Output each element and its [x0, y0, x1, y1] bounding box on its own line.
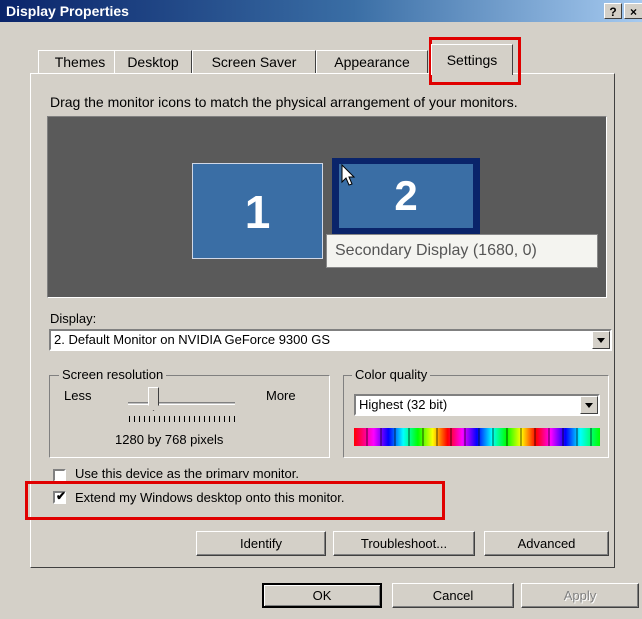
- mouse-pointer-icon: [341, 164, 356, 186]
- display-properties-dialog: Display Properties ? × Themes Desktop Sc…: [0, 0, 642, 619]
- tab-settings[interactable]: Settings: [431, 44, 513, 75]
- tab-appearance[interactable]: Appearance: [316, 50, 428, 74]
- primary-monitor-checkbox[interactable]: [53, 469, 66, 482]
- monitor-tooltip: Secondary Display (1680, 0): [326, 234, 598, 268]
- apply-button[interactable]: Apply: [521, 583, 639, 608]
- color-quality-dropdown[interactable]: Highest (32 bit): [354, 394, 600, 416]
- monitor-1[interactable]: 1: [192, 163, 323, 259]
- monitor-2-label: 2: [339, 164, 473, 228]
- troubleshoot-button[interactable]: Troubleshoot...: [333, 531, 475, 556]
- resolution-slider-track[interactable]: [128, 402, 235, 405]
- display-dropdown[interactable]: 2. Default Monitor on NVIDIA GeForce 930…: [49, 329, 612, 351]
- color-quality-legend: Color quality: [352, 367, 431, 382]
- extend-desktop-label: Extend my Windows desktop onto this moni…: [75, 490, 345, 505]
- help-button[interactable]: ?: [604, 3, 622, 19]
- ok-button-label: OK: [312, 588, 332, 603]
- window-title: Display Properties: [6, 3, 129, 19]
- apply-button-label: Apply: [563, 588, 597, 603]
- cancel-button[interactable]: Cancel: [392, 583, 514, 608]
- troubleshoot-button-label: Troubleshoot...: [360, 536, 448, 551]
- color-spectrum-bar: [354, 428, 600, 446]
- tab-themes[interactable]: Themes: [38, 50, 122, 74]
- resolution-value: 1280 by 768 pixels: [115, 432, 224, 447]
- checkmark-icon: ✔: [56, 489, 67, 503]
- display-label: Display:: [50, 311, 96, 326]
- tab-screen-saver[interactable]: Screen Saver: [192, 50, 316, 74]
- tab-desktop[interactable]: Desktop: [114, 50, 192, 74]
- primary-monitor-label: Use this device as the primary monitor.: [75, 466, 299, 478]
- display-label-text: Display:: [50, 311, 97, 326]
- cancel-button-label: Cancel: [432, 588, 474, 603]
- advanced-button[interactable]: Advanced: [484, 531, 609, 556]
- extend-desktop-checkbox[interactable]: ✔: [53, 489, 67, 504]
- instruction-text: Drag the monitor icons to match the phys…: [50, 94, 518, 110]
- identify-button-label: Identify: [240, 536, 282, 551]
- resolution-less-label: Less: [64, 388, 92, 403]
- color-quality-value: Highest (32 bit): [359, 397, 448, 412]
- ok-button[interactable]: OK: [262, 583, 382, 608]
- chevron-down-icon[interactable]: [592, 331, 610, 349]
- resolution-slider-ticks: [129, 416, 235, 422]
- monitor-arrangement-area[interactable]: [47, 116, 607, 298]
- identify-button[interactable]: Identify: [196, 531, 326, 556]
- close-button[interactable]: ×: [624, 3, 642, 19]
- title-bar: Display Properties ? ×: [0, 0, 642, 22]
- screen-resolution-legend: Screen resolution: [59, 367, 167, 382]
- resolution-more-label: More: [266, 388, 296, 403]
- advanced-button-label: Advanced: [517, 536, 576, 551]
- display-dropdown-value: 2. Default Monitor on NVIDIA GeForce 930…: [54, 332, 331, 347]
- chevron-down-icon[interactable]: [580, 396, 598, 414]
